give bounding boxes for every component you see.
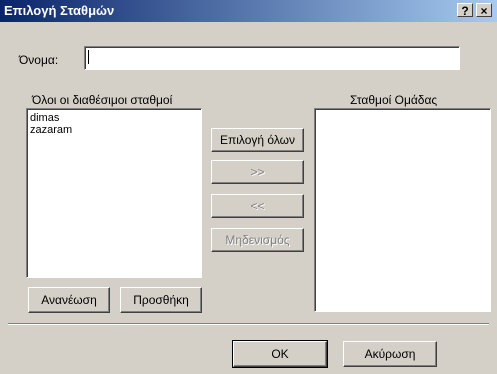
- title-bar: Επιλογή Σταθμών ? ×: [0, 0, 497, 22]
- select-all-button[interactable]: Επιλογή όλων: [211, 128, 304, 152]
- group-stations-label: Σταθμοί Ομάδας: [350, 93, 438, 107]
- reset-button[interactable]: Μηδενισμός: [211, 228, 304, 252]
- add-to-group-button[interactable]: >>: [211, 160, 304, 184]
- add-button[interactable]: Προσθήκη: [120, 287, 202, 313]
- available-stations-label: Όλοι οι διαθέσιμοι σταθμοί: [32, 93, 173, 107]
- close-button[interactable]: ×: [476, 3, 492, 18]
- available-station-item[interactable]: dimas: [27, 112, 201, 124]
- cancel-button[interactable]: Ακύρωση: [343, 341, 437, 367]
- refresh-button[interactable]: Ανανέωση: [28, 287, 110, 313]
- group-stations-list[interactable]: [314, 108, 491, 312]
- available-station-item[interactable]: zazaram: [27, 124, 201, 136]
- station-selection-dialog: Επιλογή Σταθμών ? × Όνομα: Όλοι οι διαθέ…: [0, 0, 497, 374]
- name-label: Όνομα:: [19, 53, 59, 67]
- ok-button[interactable]: OK: [232, 340, 328, 368]
- separator-line: [8, 323, 489, 325]
- help-button[interactable]: ?: [457, 3, 473, 18]
- name-input[interactable]: [84, 46, 460, 70]
- remove-from-group-button[interactable]: <<: [211, 194, 304, 218]
- text-cursor: [88, 50, 89, 64]
- available-stations-list[interactable]: dimas zazaram: [26, 108, 202, 278]
- window-title: Επιλογή Σταθμών: [4, 3, 115, 18]
